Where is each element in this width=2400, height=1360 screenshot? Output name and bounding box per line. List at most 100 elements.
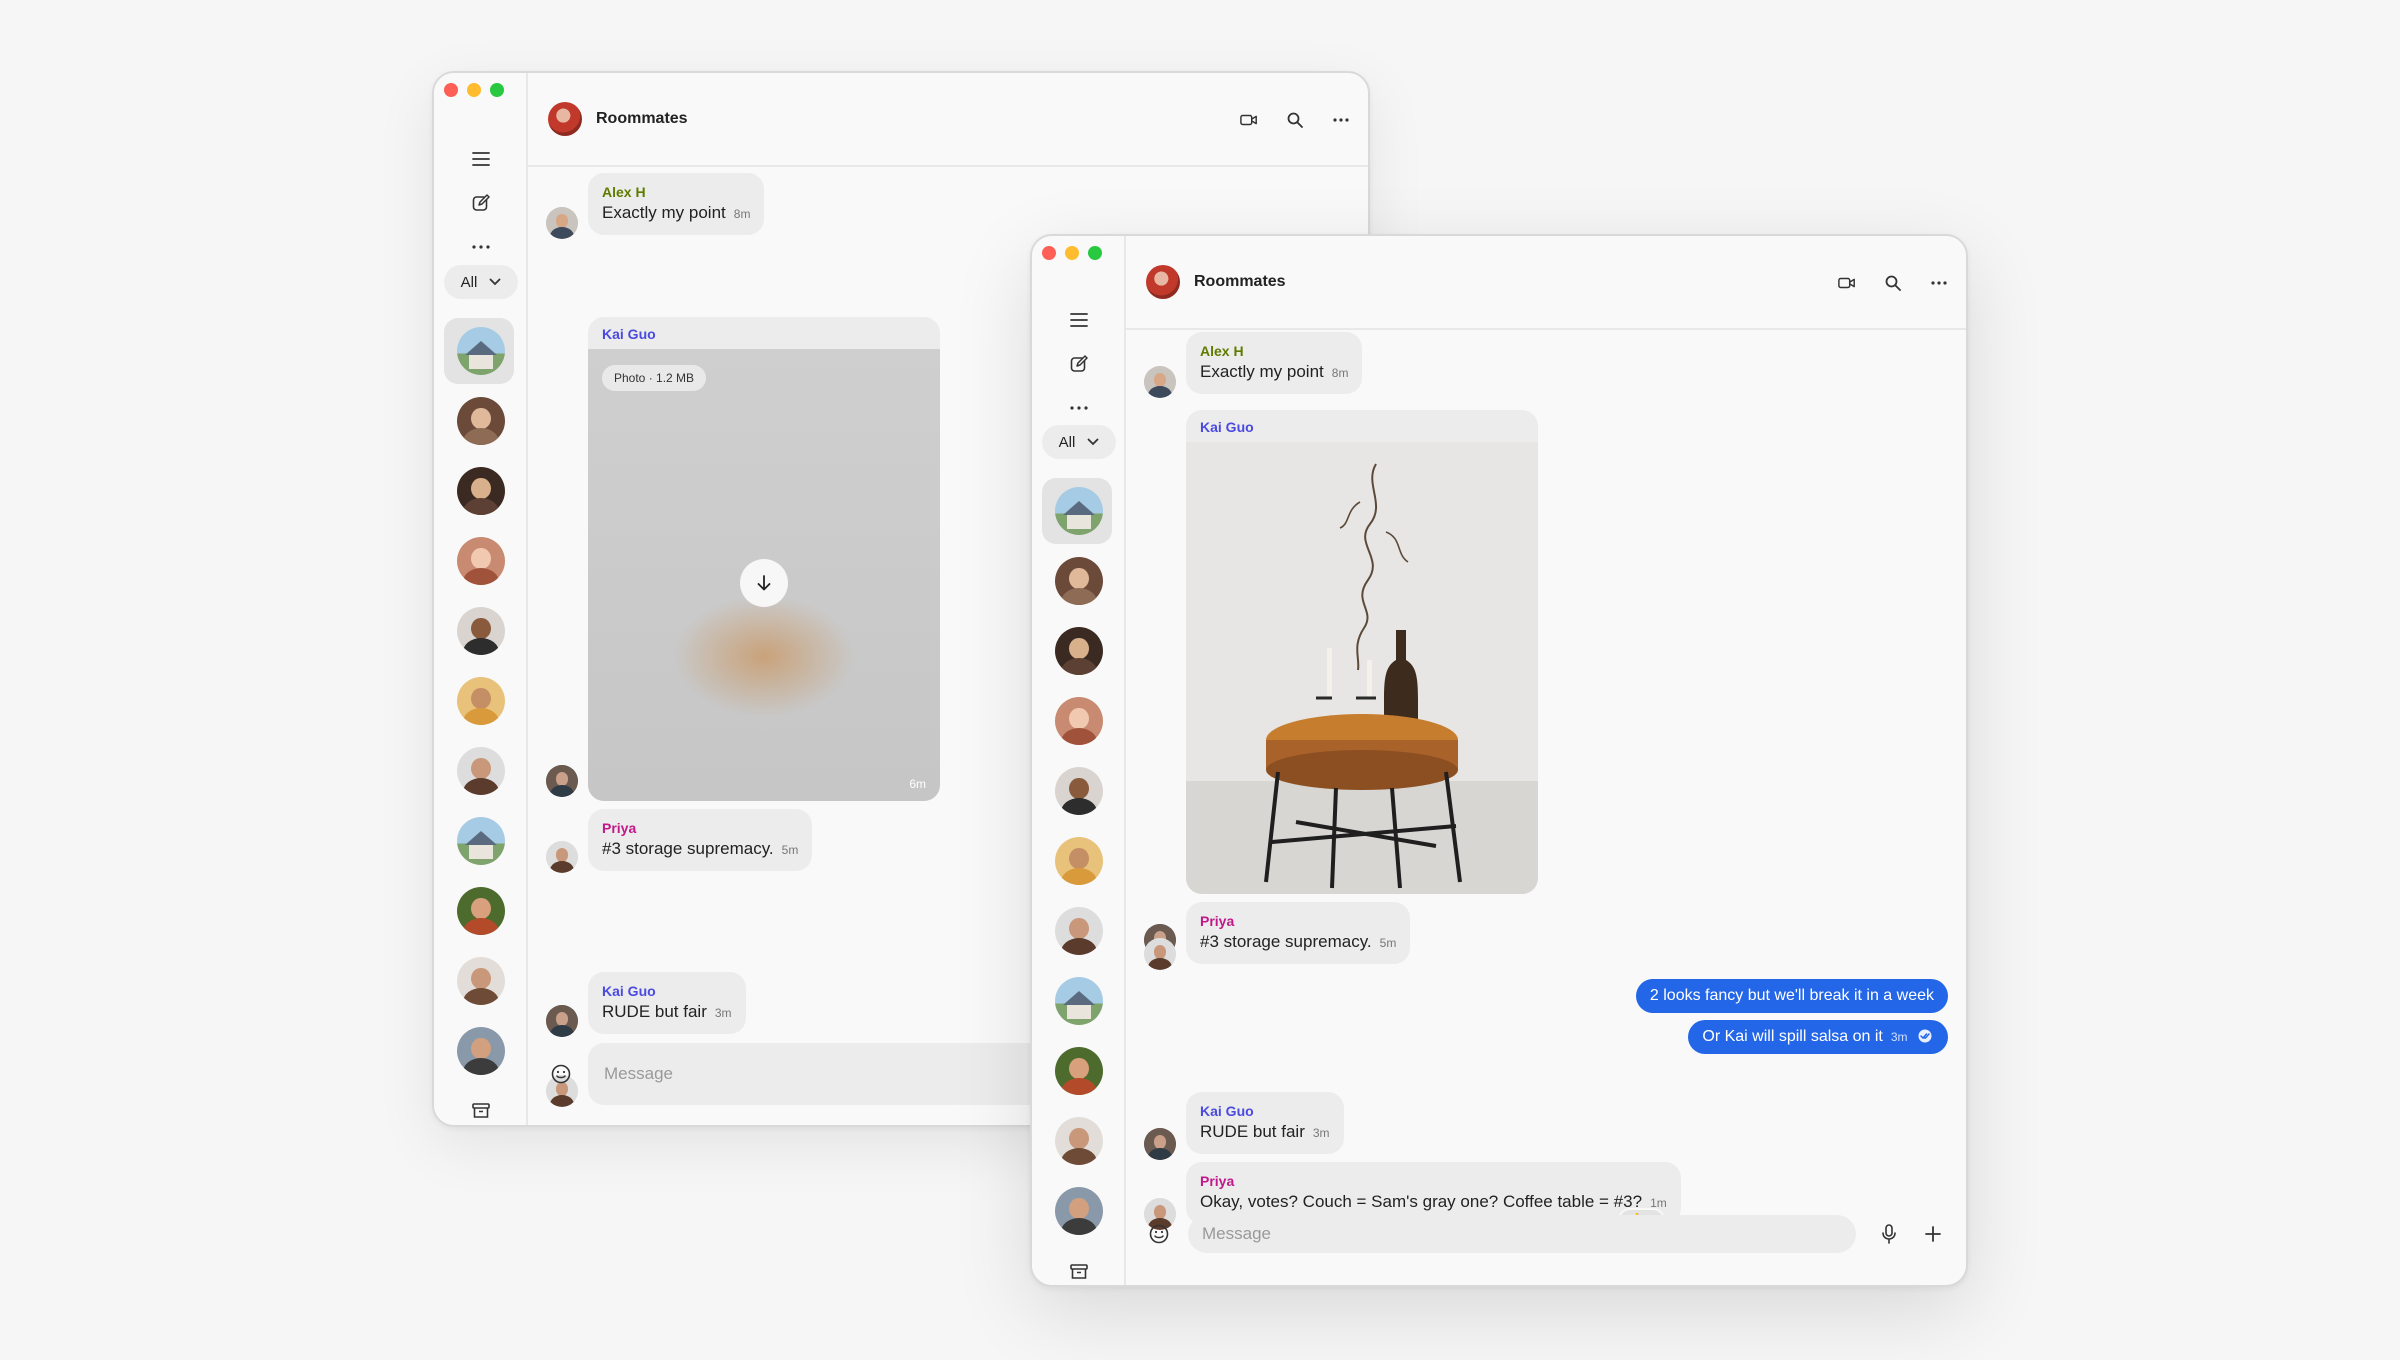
- avatar: [457, 747, 505, 795]
- conversation-item[interactable]: [1032, 546, 1126, 616]
- message-time: 5m: [1379, 936, 1397, 950]
- maximize-window-button[interactable]: [490, 83, 504, 97]
- voice-message-button[interactable]: [1878, 1223, 1900, 1245]
- message-bubble: Priya #3 storage supremacy. 5m: [1186, 902, 1411, 964]
- emoji-button[interactable]: [550, 1063, 572, 1085]
- photo-message[interactable]: Kai Guo: [1186, 410, 1538, 894]
- emoji-button[interactable]: [1148, 1223, 1170, 1245]
- archive-button[interactable]: [434, 1093, 528, 1125]
- conversation-item[interactable]: [1032, 686, 1126, 756]
- compose-button[interactable]: [434, 185, 528, 221]
- close-window-button[interactable]: [444, 83, 458, 97]
- message-text: Exactly my point: [602, 203, 726, 222]
- group-avatar[interactable]: [1146, 265, 1180, 299]
- compose-button[interactable]: [1032, 346, 1126, 382]
- message-time: 3m: [1890, 1030, 1908, 1044]
- chat-pane: Roommates Alex H Exactly my point 8m Kai …: [1126, 236, 1966, 1285]
- sidebar: All: [1032, 236, 1126, 1285]
- search-button[interactable]: [1286, 111, 1304, 129]
- avatar: [457, 327, 505, 375]
- message-time: 3m: [714, 1006, 732, 1020]
- conversation-item[interactable]: [1032, 826, 1126, 896]
- message-text: RUDE but fair: [1200, 1122, 1305, 1141]
- outgoing-message[interactable]: 2 looks fancy but we'll break it in a we…: [1635, 979, 1948, 1013]
- conversation-item[interactable]: [434, 736, 528, 806]
- outgoing-message[interactable]: Or Kai will spill salsa on it 3m: [1688, 1020, 1948, 1054]
- chat-title: Roommates: [596, 110, 688, 127]
- conversation-item[interactable]: [434, 526, 528, 596]
- sender-name: Priya: [602, 820, 637, 836]
- message-text: Exactly my point: [1200, 362, 1324, 381]
- avatar: [457, 1027, 505, 1075]
- search-icon: [1287, 112, 1303, 128]
- filter-dropdown[interactable]: All: [444, 265, 518, 299]
- video-icon: [1240, 114, 1257, 126]
- message-text: RUDE but fair: [602, 1002, 707, 1021]
- close-window-button[interactable]: [1042, 246, 1056, 260]
- avatar: [457, 677, 505, 725]
- chevron-down-icon: [489, 278, 501, 286]
- conversation-item[interactable]: [1032, 616, 1126, 686]
- conversation-item[interactable]: [434, 386, 528, 456]
- conversation-item[interactable]: [434, 666, 528, 736]
- sender-name: Kai Guo: [1200, 1103, 1254, 1119]
- avatar: [546, 841, 578, 873]
- chat-title: Roommates: [1194, 273, 1286, 290]
- conversation-item[interactable]: [434, 456, 528, 526]
- avatar: [1055, 627, 1103, 675]
- emoji-icon: [551, 1064, 571, 1084]
- search-button[interactable]: [1884, 274, 1902, 292]
- video-call-button[interactable]: [1838, 274, 1856, 292]
- archive-button[interactable]: [1032, 1254, 1126, 1285]
- conversation-item[interactable]: [1032, 756, 1126, 826]
- avatar: [1144, 938, 1176, 970]
- more-button[interactable]: [434, 229, 528, 265]
- avatar: [457, 817, 505, 865]
- conversation-item[interactable]: [1032, 476, 1126, 546]
- avatar: [546, 1005, 578, 1037]
- sender-name: Kai Guo: [602, 983, 656, 999]
- conversation-item[interactable]: [1032, 966, 1126, 1036]
- conversation-item[interactable]: [1032, 1176, 1126, 1246]
- chat-options-button[interactable]: [1332, 111, 1350, 129]
- conversation-item[interactable]: [434, 596, 528, 666]
- conversation-item[interactable]: [434, 946, 528, 1016]
- chat-window-foreground[interactable]: All Roommates Alex H Exactly my point 8m…: [1030, 234, 1968, 1287]
- more-button[interactable]: [1032, 390, 1126, 426]
- menu-button[interactable]: [1032, 302, 1126, 338]
- table-photo: [1264, 463, 1462, 889]
- group-avatar[interactable]: [548, 102, 582, 136]
- sender-name: Kai Guo: [1200, 419, 1254, 435]
- conversation-item[interactable]: [434, 1016, 528, 1086]
- conversation-item[interactable]: [1032, 896, 1126, 966]
- photo-size-chip: Photo · 1.2 MB: [602, 365, 707, 391]
- minimize-window-button[interactable]: [467, 83, 481, 97]
- video-call-button[interactable]: [1240, 111, 1258, 129]
- message-input[interactable]: [1188, 1215, 1856, 1253]
- conversation-item[interactable]: [1032, 1036, 1126, 1106]
- message-bubble: Kai Guo RUDE but fair 3m: [1186, 1092, 1344, 1154]
- chat-options-button[interactable]: [1930, 274, 1948, 292]
- conversation-item[interactable]: [434, 806, 528, 876]
- download-button[interactable]: [740, 559, 788, 607]
- sender-name: Alex H: [602, 184, 646, 200]
- window-controls: [444, 83, 504, 97]
- more-horizontal-icon: [1931, 281, 1947, 285]
- conversation-item[interactable]: [1032, 1106, 1126, 1176]
- avatar: [457, 957, 505, 1005]
- maximize-window-button[interactable]: [1088, 246, 1102, 260]
- photo-image[interactable]: [1186, 442, 1538, 894]
- avatar: [457, 887, 505, 935]
- filter-dropdown[interactable]: All: [1042, 425, 1116, 459]
- conversation-item[interactable]: [434, 316, 528, 386]
- conversation-item[interactable]: [434, 876, 528, 946]
- avatar: [1055, 837, 1103, 885]
- photo-preview-blurred[interactable]: Photo · 1.2 MB 6m: [588, 349, 940, 801]
- attach-button[interactable]: [1922, 1223, 1944, 1245]
- more-icon: [472, 245, 490, 249]
- minimize-window-button[interactable]: [1065, 246, 1079, 260]
- avatar: [1055, 1117, 1103, 1165]
- photo-message[interactable]: Kai Guo Photo · 1.2 MB 6m: [588, 317, 940, 801]
- message-time: 8m: [1331, 366, 1349, 380]
- menu-button[interactable]: [434, 141, 528, 177]
